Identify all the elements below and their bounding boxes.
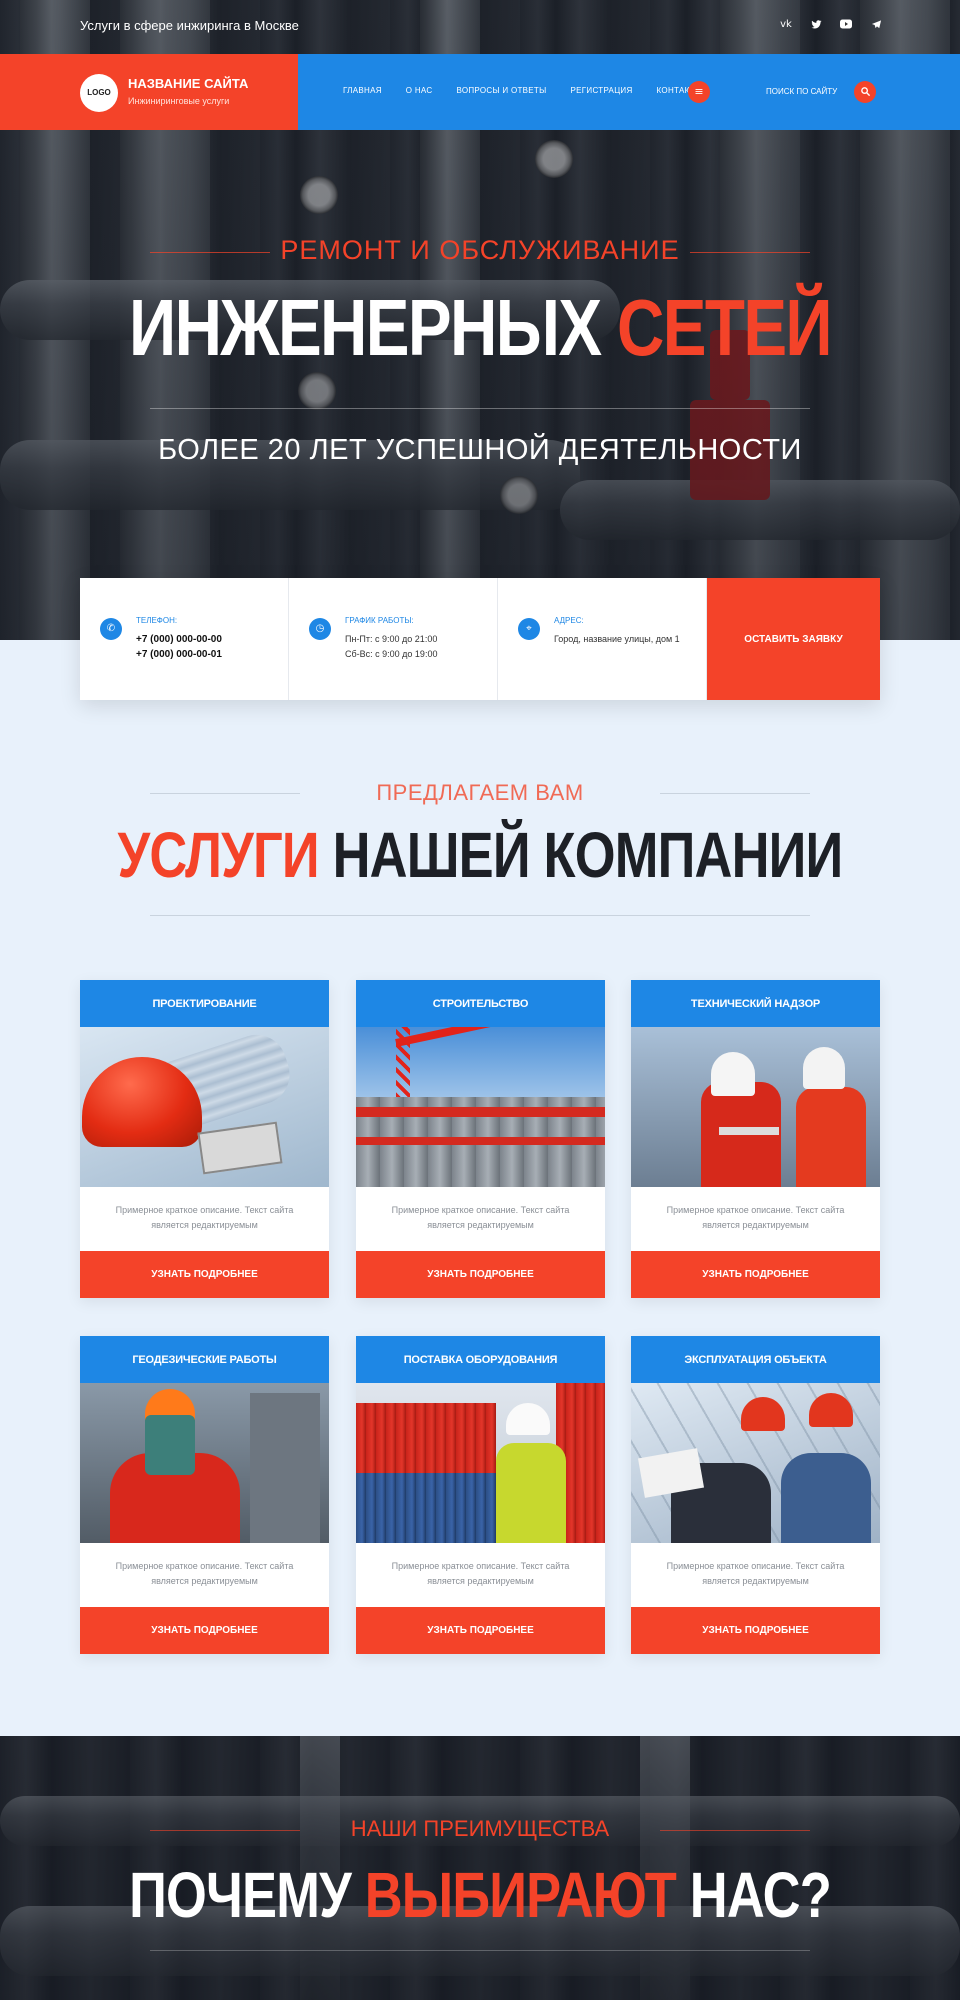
advantages-divider (150, 1950, 810, 1951)
phone-number-2[interactable]: +7 (000) 000-00-01 (136, 647, 222, 662)
card-title[interactable]: ПРОЕКТИРОВАНИЕ (80, 980, 329, 1027)
card-description: Примерное краткое описание. Текст сайта … (666, 1205, 845, 1230)
services-title-main: НАШЕЙ КОМПАНИИ (318, 819, 844, 891)
hours-weekdays: Пн-Пт: с 9:00 до 21:00 (345, 634, 438, 644)
service-card: ТЕХНИЧЕСКИЙ НАДЗОР Примерное краткое опи… (631, 980, 880, 1298)
card-title[interactable]: ГЕОДЕЗИЧЕСКИЕ РАБОТЫ (80, 1336, 329, 1383)
search-label[interactable]: ПОИСК ПО САЙТУ (766, 87, 837, 96)
card-image[interactable] (631, 1027, 880, 1187)
card-image[interactable] (356, 1027, 605, 1187)
contact-info-bar: ✆ ТЕЛЕФОН: +7 (000) 000-00-00 +7 (000) 0… (80, 578, 880, 700)
hours-label: ГРАФИК РАБОТЫ: (345, 616, 414, 625)
advantages-section: НАШИ ПРЕИМУЩЕСТВА ПОЧЕМУ ВЫБИРАЮТ НАС? (0, 1736, 960, 2000)
hours-values: Пн-Пт: с 9:00 до 21:00 Сб-Вс: с 9:00 до … (345, 632, 437, 662)
hero-title: ИНЖЕНЕРНЫХ СЕТЕЙ (86, 282, 873, 374)
learn-more-button[interactable]: УЗНАТЬ ПОДРОБНЕЕ (356, 1607, 605, 1654)
search-icon[interactable] (854, 81, 876, 103)
phone-block: ✆ ТЕЛЕФОН: +7 (000) 000-00-00 +7 (000) 0… (80, 578, 289, 700)
card-description: Примерное краткое описание. Текст сайта … (115, 1205, 294, 1230)
hours-weekend: Сб-Вс: с 9:00 до 19:00 (345, 649, 438, 659)
card-title[interactable]: ЭКСПЛУАТАЦИЯ ОБЪЕКТА (631, 1336, 880, 1383)
hero-divider (150, 408, 810, 409)
tagline: Услуги в сфере инжиринга в Москве (80, 18, 299, 33)
service-card: СТРОИТЕЛЬСТВО Примерное краткое описание… (356, 980, 605, 1298)
card-title[interactable]: ТЕХНИЧЕСКИЙ НАДЗОР (631, 980, 880, 1027)
hamburger-menu-icon[interactable]: ≡ (688, 81, 710, 103)
card-description: Примерное краткое описание. Текст сайта … (115, 1561, 294, 1586)
card-image[interactable] (80, 1383, 329, 1543)
advantages-title-b: НАС? (676, 1859, 832, 1931)
phone-numbers[interactable]: +7 (000) 000-00-00 +7 (000) 000-00-01 (136, 632, 222, 662)
services-divider (150, 915, 810, 916)
menu-item-faq[interactable]: ВОПРОСЫ И ОТВЕТЫ (456, 86, 546, 95)
clock-icon: ◷ (309, 618, 331, 640)
request-button[interactable]: ОСТАВИТЬ ЗАЯВКУ (707, 578, 880, 700)
phone-label: ТЕЛЕФОН: (136, 616, 178, 625)
advantages-title-a: ПОЧЕМУ (129, 1859, 365, 1931)
learn-more-button[interactable]: УЗНАТЬ ПОДРОБНЕЕ (631, 1607, 880, 1654)
card-description: Примерное краткое описание. Текст сайта … (391, 1561, 570, 1586)
advantages-kicker: НАШИ ПРЕИМУЩЕСТВА (350, 1816, 610, 1841)
menu-bar: ГЛАВНАЯ О НАС ВОПРОСЫ И ОТВЕТЫ РЕГИСТРАЦ… (298, 54, 960, 130)
address-value: Город, название улицы, дом 1 (554, 634, 680, 644)
social-links: vk (780, 19, 882, 31)
main-navigation: LOGO НАЗВАНИЕ САЙТА Инжиниринговые услуг… (0, 54, 960, 130)
service-card: ГЕОДЕЗИЧЕСКИЕ РАБОТЫ Примерное краткое о… (80, 1336, 329, 1654)
advantages-title: ПОЧЕМУ ВЫБИРАЮТ НАС? (86, 1858, 873, 1932)
service-card: ПРОЕКТИРОВАНИЕ Примерное краткое описани… (80, 980, 329, 1298)
services-title: УСЛУГИ НАШЕЙ КОМПАНИИ (86, 818, 873, 892)
phone-icon: ✆ (100, 618, 122, 640)
hours-block: ◷ ГРАФИК РАБОТЫ: Пн-Пт: с 9:00 до 21:00 … (289, 578, 498, 700)
menu-item-about[interactable]: О НАС (406, 86, 433, 95)
telegram-icon[interactable] (870, 19, 882, 31)
learn-more-button[interactable]: УЗНАТЬ ПОДРОБНЕЕ (631, 1251, 880, 1298)
card-title[interactable]: СТРОИТЕЛЬСТВО (356, 980, 605, 1027)
service-card: ЭКСПЛУАТАЦИЯ ОБЪЕКТА Примерное краткое о… (631, 1336, 880, 1654)
logo[interactable]: LOGO (80, 74, 118, 112)
learn-more-button[interactable]: УЗНАТЬ ПОДРОБНЕЕ (356, 1251, 605, 1298)
top-bar: Услуги в сфере инжиринга в Москве vk (0, 0, 960, 54)
menu-items: ГЛАВНАЯ О НАС ВОПРОСЫ И ОТВЕТЫ РЕГИСТРАЦ… (343, 86, 702, 95)
services-kicker: ПРЕДЛАГАЕМ ВАМ (376, 780, 584, 805)
vk-icon[interactable]: vk (780, 19, 792, 31)
phone-number-1[interactable]: +7 (000) 000-00-00 (136, 632, 222, 647)
menu-item-register[interactable]: РЕГИСТРАЦИЯ (571, 86, 633, 95)
hero-subtitle: БОЛЕЕ 20 ЛЕТ УСПЕШНОЙ ДЕЯТЕЛЬНОСТИ (158, 434, 802, 466)
menu-item-home[interactable]: ГЛАВНАЯ (343, 86, 382, 95)
card-image[interactable] (631, 1383, 880, 1543)
address-block: ⌖ АДРЕС: Город, название улицы, дом 1 (498, 578, 707, 700)
address-label: АДРЕС: (554, 616, 584, 625)
card-image[interactable] (356, 1383, 605, 1543)
service-card: ПОСТАВКА ОБОРУДОВАНИЯ Примерное краткое … (356, 1336, 605, 1654)
site-subtitle: Инжиниринговые услуги (128, 96, 230, 106)
location-pin-icon: ⌖ (518, 618, 540, 640)
hero-kicker: РЕМОНТ И ОБСЛУЖИВАНИЕ (280, 235, 680, 265)
learn-more-button[interactable]: УЗНАТЬ ПОДРОБНЕЕ (80, 1607, 329, 1654)
card-title[interactable]: ПОСТАВКА ОБОРУДОВАНИЯ (356, 1336, 605, 1383)
card-description: Примерное краткое описание. Текст сайта … (666, 1561, 845, 1586)
brand-block[interactable]: LOGO НАЗВАНИЕ САЙТА Инжиниринговые услуг… (0, 54, 298, 130)
twitter-icon[interactable] (810, 19, 822, 31)
hero-title-main: ИНЖЕНЕРНЫХ (129, 283, 618, 372)
card-image[interactable] (80, 1027, 329, 1187)
learn-more-button[interactable]: УЗНАТЬ ПОДРОБНЕЕ (80, 1251, 329, 1298)
advantages-title-accent: ВЫБИРАЮТ (364, 1859, 677, 1931)
site-name: НАЗВАНИЕ САЙТА (128, 76, 249, 91)
services-title-accent: УСЛУГИ (117, 819, 320, 891)
youtube-icon[interactable] (840, 19, 852, 31)
card-description: Примерное краткое описание. Текст сайта … (391, 1205, 570, 1230)
hero-title-accent: СЕТЕЙ (617, 283, 833, 372)
